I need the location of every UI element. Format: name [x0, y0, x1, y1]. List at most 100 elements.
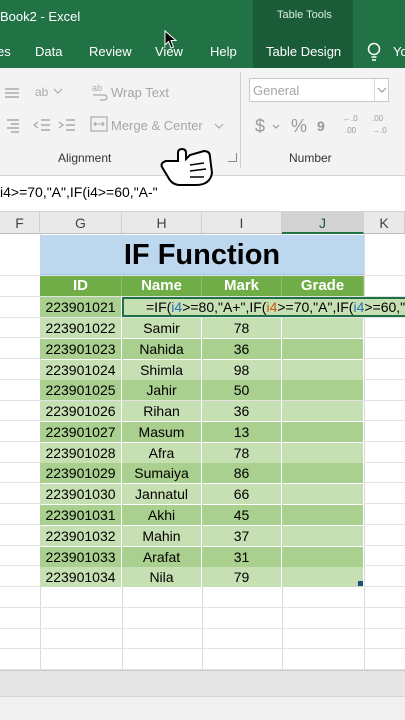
decrease-decimal-icon[interactable]: .00 →.0 [372, 112, 396, 138]
lightbulb-icon[interactable] [366, 42, 382, 62]
cell-grade[interactable] [282, 546, 364, 567]
cell-id[interactable]: 223901022 [40, 318, 122, 338]
cell-mark[interactable]: 36 [202, 401, 282, 422]
cell-mark[interactable]: 50 [202, 380, 282, 401]
column-header-g[interactable]: G [40, 212, 122, 234]
cell-grade[interactable] [282, 380, 364, 401]
formula-edit-cell[interactable]: =IF(i4>=80,"A+",IF(i4>=70,"A",IF(i4>=60,… [122, 297, 405, 317]
cell-name[interactable]: Afra [122, 442, 202, 463]
tab-data[interactable]: Data [35, 44, 62, 59]
cell-name[interactable]: Shimla [122, 359, 202, 380]
excel-window: Book2 - Excel Table Tools es Data Review… [0, 0, 405, 720]
formula-token: i4 [353, 299, 365, 315]
cell-id[interactable]: 223901029 [40, 463, 122, 484]
tab-pages[interactable]: es [0, 44, 11, 59]
alignment-dialog-launcher-icon[interactable] [228, 153, 237, 162]
cell-mark[interactable]: 79 [202, 567, 282, 588]
cell-id[interactable]: 223901023 [40, 338, 122, 359]
column-header-i[interactable]: I [202, 212, 282, 234]
wrap-text-button[interactable]: Wrap Text [111, 85, 169, 100]
cell-name[interactable]: Jahir [122, 380, 202, 401]
header-id[interactable]: ID [40, 276, 122, 296]
cell-id[interactable]: 223901024 [40, 359, 122, 380]
column-header-j[interactable]: J [282, 212, 364, 234]
wrap-text-icon[interactable]: ab [92, 83, 108, 101]
cell-grade[interactable] [282, 338, 364, 359]
cell-id[interactable]: 223901031 [40, 504, 122, 525]
number-format-dropdown[interactable] [374, 79, 388, 101]
cell-name[interactable]: Jannatul [122, 484, 202, 505]
header-mark[interactable]: Mark [202, 276, 282, 296]
grid-line [0, 648, 405, 649]
currency-button[interactable]: $ [255, 116, 265, 137]
cell-mark[interactable]: 37 [202, 525, 282, 546]
cell-mark[interactable]: 36 [202, 338, 282, 359]
increase-decimal-icon[interactable]: ←.0 .00 [343, 112, 367, 138]
cell-mark[interactable]: 98 [202, 359, 282, 380]
cell-grade[interactable] [282, 318, 364, 338]
cell-name[interactable]: Nila [122, 567, 202, 588]
cell-grade[interactable] [282, 567, 364, 588]
cell-grade[interactable] [282, 504, 364, 525]
comma-style-icon[interactable]: 9 [317, 118, 337, 134]
cell-grade[interactable] [282, 421, 364, 442]
column-header-f[interactable]: F [0, 212, 40, 234]
cell-mark[interactable]: 66 [202, 484, 282, 505]
align-right-icon[interactable] [5, 118, 21, 134]
orientation-icon[interactable]: ab [35, 85, 63, 99]
cell-id[interactable]: 223901028 [40, 442, 122, 463]
cell-grade[interactable] [282, 484, 364, 505]
table-row: 223901032 Mahin 37 [40, 525, 364, 546]
merge-center-icon[interactable] [90, 116, 108, 132]
cell-mark[interactable]: 45 [202, 504, 282, 525]
cell-id[interactable]: 223901032 [40, 525, 122, 546]
cell-name[interactable]: Arafat [122, 546, 202, 567]
cell-mark[interactable]: 13 [202, 421, 282, 442]
cell-grade[interactable] [282, 463, 364, 484]
align-bottom-icon[interactable] [5, 87, 21, 99]
cell-name[interactable]: Akhi [122, 504, 202, 525]
formula-bar-text[interactable]: i4>=70,"A",IF(i4>=60,"A-" [0, 184, 158, 200]
decrease-indent-icon[interactable] [32, 118, 51, 134]
number-format-select[interactable]: General [249, 78, 389, 102]
cell-id[interactable]: 223901034 [40, 567, 122, 588]
cell-name[interactable]: Samir [122, 318, 202, 338]
cell-grade[interactable] [282, 442, 364, 463]
header-name[interactable]: Name [122, 276, 202, 296]
cell-id[interactable]: 223901021 [40, 297, 122, 317]
merge-dropdown-icon[interactable] [214, 122, 224, 130]
cell-id[interactable]: 223901026 [40, 401, 122, 422]
window-title: Book2 - Excel [0, 9, 81, 24]
increase-indent-icon[interactable] [58, 118, 76, 134]
cell-grade[interactable] [282, 359, 364, 380]
tab-review[interactable]: Review [89, 44, 132, 59]
header-grade[interactable]: Grade [282, 276, 364, 296]
cell-id[interactable]: 223901025 [40, 380, 122, 401]
cell-name[interactable]: Mahin [122, 525, 202, 546]
tab-table-design[interactable]: Table Design [266, 44, 341, 59]
tab-tell-me[interactable]: Yo [393, 44, 405, 59]
column-header-h[interactable]: H [122, 212, 202, 234]
table-resize-handle[interactable] [358, 581, 363, 586]
cell-id[interactable]: 223901030 [40, 484, 122, 505]
cell-name[interactable]: Masum [122, 421, 202, 442]
currency-dropdown-icon[interactable] [272, 124, 280, 130]
cell-mark[interactable]: 78 [202, 318, 282, 338]
grid-line [0, 628, 405, 629]
horizontal-scrollbar[interactable] [0, 670, 405, 696]
cell-id[interactable]: 223901027 [40, 421, 122, 442]
cell-grade[interactable] [282, 401, 364, 422]
percent-button[interactable]: % [291, 116, 307, 137]
column-header-k[interactable]: K [364, 212, 405, 234]
merge-center-button[interactable]: Merge & Center [111, 118, 203, 133]
cell-name[interactable]: Sumaiya [122, 463, 202, 484]
tab-help[interactable]: Help [210, 44, 237, 59]
cell-name[interactable]: Nahida [122, 338, 202, 359]
sheet-title-cell[interactable]: IF Function [40, 235, 364, 275]
cell-mark[interactable]: 86 [202, 463, 282, 484]
cell-grade[interactable] [282, 525, 364, 546]
cell-mark[interactable]: 78 [202, 442, 282, 463]
cell-name[interactable]: Rihan [122, 401, 202, 422]
cell-id[interactable]: 223901033 [40, 546, 122, 567]
cell-mark[interactable]: 31 [202, 546, 282, 567]
